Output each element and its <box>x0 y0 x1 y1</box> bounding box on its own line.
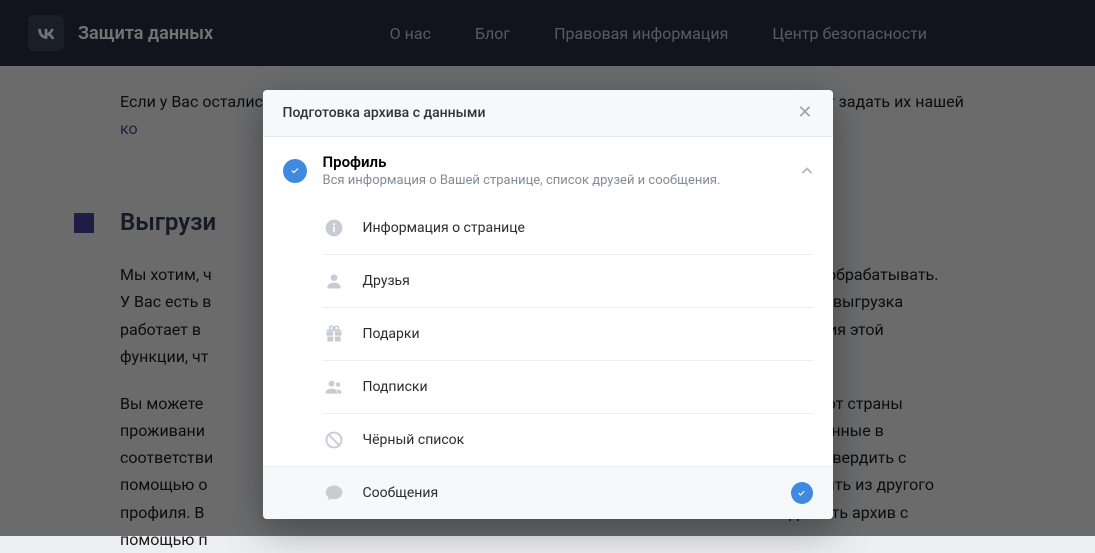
item-page-info[interactable]: Информация о странице <box>323 202 813 254</box>
item-label: Информация о странице <box>363 220 813 236</box>
gift-icon <box>323 323 345 345</box>
info-icon <box>323 217 345 239</box>
check-icon <box>283 159 307 183</box>
profile-section-header[interactable]: Профиль Вся информация о Вашей странице,… <box>263 137 833 202</box>
profile-section-desc: Вся информация о Вашей странице, список … <box>323 173 801 188</box>
chevron-up-icon <box>801 165 813 177</box>
item-label: Подарки <box>363 326 813 342</box>
item-friends[interactable]: Друзья <box>323 254 813 307</box>
profile-section-text: Профиль Вся информация о Вашей странице,… <box>323 153 801 188</box>
person-icon <box>323 270 345 292</box>
profile-section-name: Профиль <box>323 153 801 171</box>
modal-title: Подготовка архива с данными <box>283 105 798 121</box>
item-label: Подписки <box>363 379 813 395</box>
modal-overlay[interactable]: Подготовка архива с данными ✕ Профиль Вс… <box>0 0 1095 536</box>
profile-items: Информация о странице Друзья Подарки Под… <box>263 202 833 519</box>
item-gifts[interactable]: Подарки <box>323 307 813 360</box>
close-icon[interactable]: ✕ <box>797 104 812 122</box>
message-icon <box>323 482 345 504</box>
modal-header: Подготовка архива с данными ✕ <box>263 90 833 137</box>
item-messages[interactable]: Сообщения <box>263 466 833 519</box>
item-label: Друзья <box>363 273 813 289</box>
item-label: Чёрный список <box>363 432 813 448</box>
item-subscriptions[interactable]: Подписки <box>323 360 813 413</box>
check-icon <box>791 482 813 504</box>
item-blacklist[interactable]: Чёрный список <box>323 413 813 466</box>
archive-modal: Подготовка архива с данными ✕ Профиль Вс… <box>263 90 833 519</box>
people-icon <box>323 376 345 398</box>
item-label: Сообщения <box>363 485 791 501</box>
block-icon <box>323 429 345 451</box>
